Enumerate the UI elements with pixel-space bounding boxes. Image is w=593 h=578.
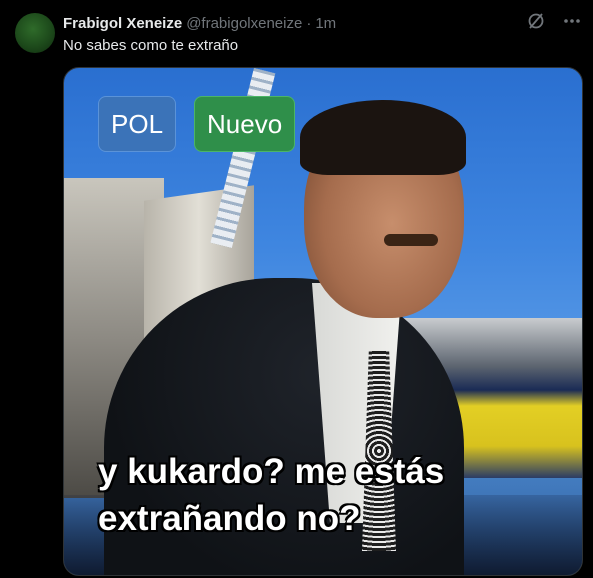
timestamp[interactable]: 1m (315, 15, 336, 32)
badge-nuevo: Nuevo (194, 96, 296, 152)
user-handle[interactable]: @frabigolxeneize (186, 15, 302, 32)
separator-dot: · (306, 14, 312, 32)
caption-line-1: y kukardo? me estás (98, 452, 445, 491)
grok-icon[interactable] (525, 10, 547, 32)
more-icon[interactable] (561, 10, 583, 32)
tweet-image[interactable]: POL Nuevo y kukardo? me estás extrañando… (63, 67, 583, 576)
person-mustache (384, 234, 438, 246)
meme-caption: y kukardo? me estás extrañando no? (98, 448, 568, 542)
display-name[interactable]: Frabigol Xeneize (63, 15, 182, 32)
badge-pol: POL (98, 96, 177, 152)
tweet-text: No sabes como te extraño (63, 37, 239, 54)
tweet-avatar[interactable] (15, 13, 55, 53)
caption-line-2: extrañando no? (98, 499, 361, 538)
tweet-header: Frabigol Xeneize @frabigolxeneize · 1m (63, 13, 583, 33)
person-hair (300, 100, 466, 175)
tweet-actions (525, 10, 583, 32)
